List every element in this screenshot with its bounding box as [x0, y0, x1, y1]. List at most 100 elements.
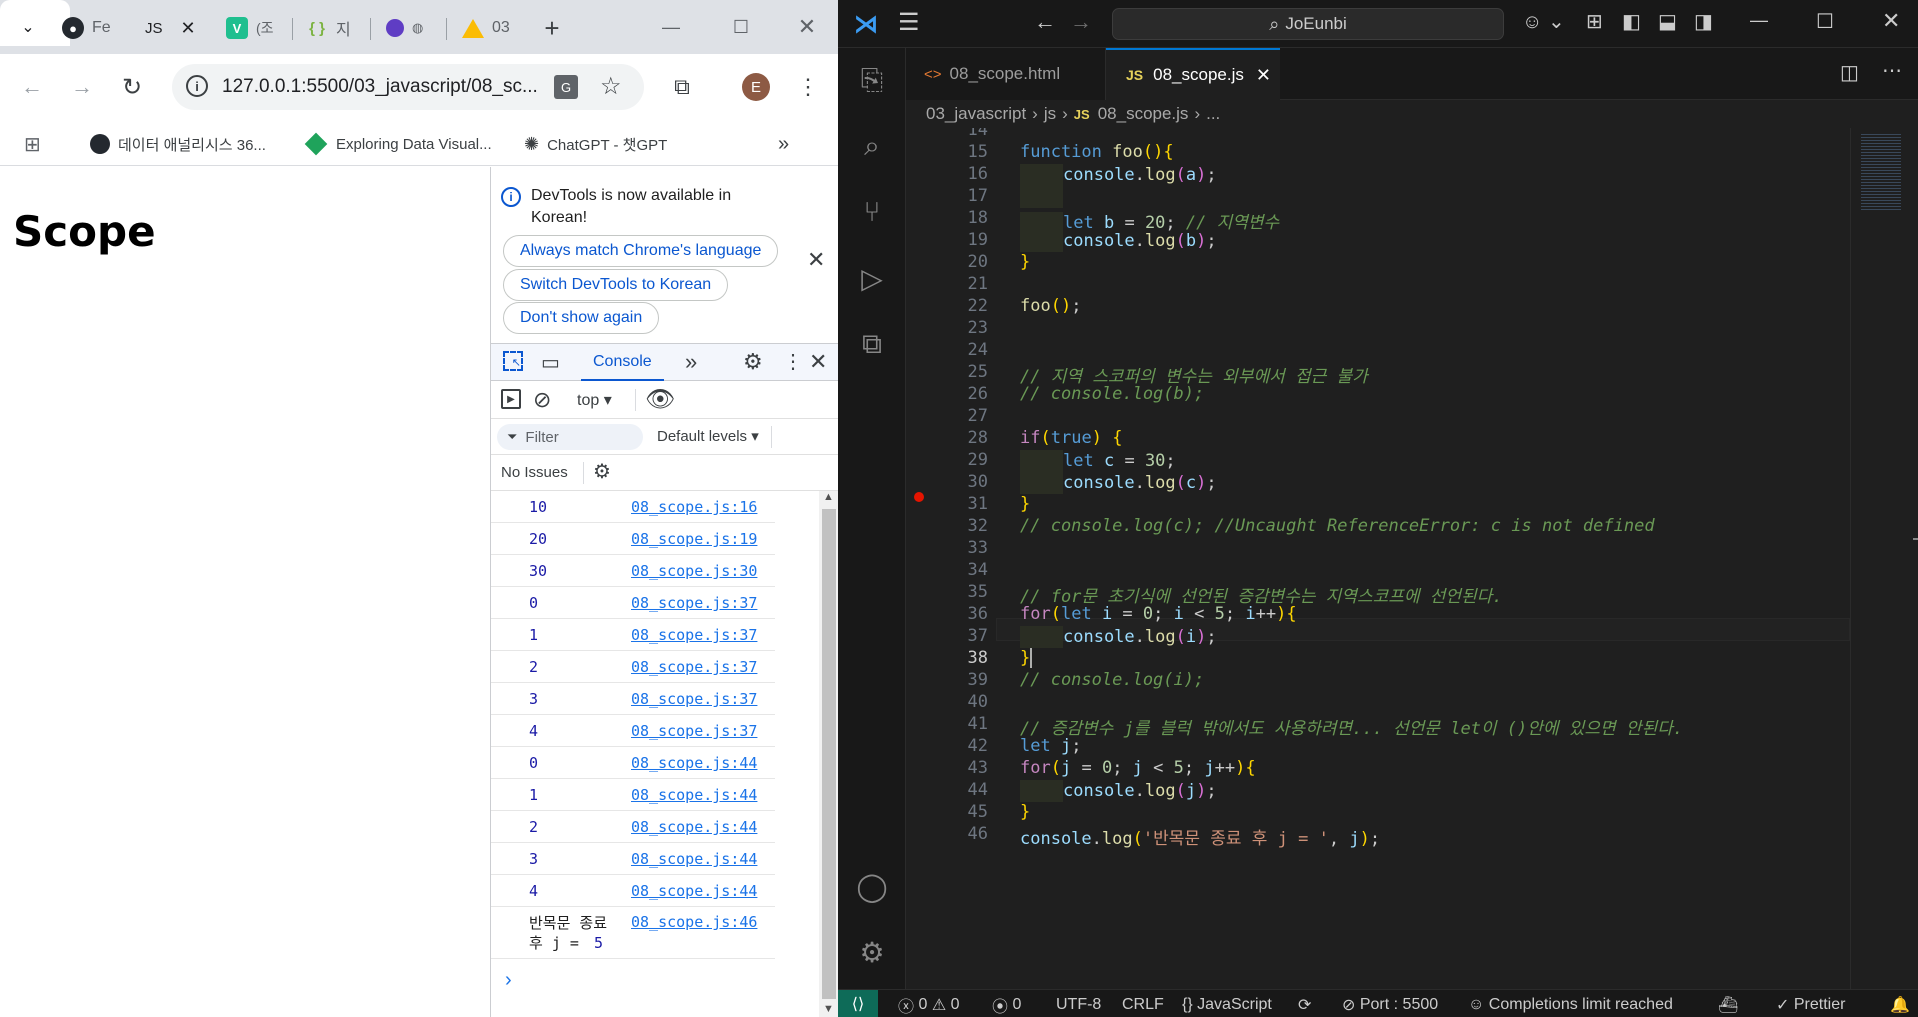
minimize-button[interactable]: —	[1750, 10, 1768, 31]
log-source-link[interactable]: 08_scope.js:44	[631, 850, 757, 868]
log-levels-select[interactable]: Default levels ▾	[657, 427, 759, 445]
run-debug-icon[interactable]: ▷	[850, 256, 894, 300]
encoding-indicator[interactable]: UTF-8	[1056, 994, 1101, 1016]
close-icon[interactable]: ✕	[181, 18, 196, 39]
reload-button[interactable]: ↻	[116, 71, 148, 103]
avatar[interactable]: E	[742, 73, 770, 101]
close-devtools-icon[interactable]: ✕	[809, 349, 827, 375]
explorer-icon[interactable]: ⎘	[850, 58, 894, 102]
toggle-panel-icon[interactable]: ⬓	[1658, 9, 1677, 34]
inspect-icon[interactable]: ↖	[503, 351, 523, 371]
toggle-secondary-sidebar-icon[interactable]: ◨	[1694, 9, 1713, 34]
scroll-thumb[interactable]	[822, 509, 836, 999]
code-editor[interactable]: 14 15 function foo(){ 16 console.log(a);…	[906, 128, 1850, 989]
bookmark-item[interactable]: 데이터 애널리시스 36...	[90, 130, 266, 158]
log-source-link[interactable]: 08_scope.js:30	[631, 562, 757, 580]
forward-button[interactable]: →	[66, 71, 98, 103]
eol-indicator[interactable]: CRLF	[1122, 994, 1164, 1016]
sidebar-toggle-icon[interactable]: ▶	[501, 389, 521, 409]
copilot-icon[interactable]: ☺ ⌄	[1522, 9, 1565, 34]
manage-gear-icon[interactable]: ⚙	[850, 930, 894, 974]
more-bookmarks-icon[interactable]: »	[778, 130, 789, 158]
tab-scope-js[interactable]: JS ✕	[145, 8, 201, 48]
console-prompt-icon[interactable]: ›	[505, 969, 512, 992]
dont-show-button[interactable]: Don't show again	[503, 302, 660, 334]
copilot-status[interactable]: ☺ Completions limit reached	[1468, 994, 1673, 1016]
log-source-link[interactable]: 08_scope.js:37	[631, 722, 757, 740]
minimize-button[interactable]: —	[656, 12, 686, 42]
more-menu-icon[interactable]: ⋮	[792, 71, 824, 103]
bookmark-item[interactable]: ✺ ChatGPT - 챗GPT	[524, 130, 667, 158]
log-source-link[interactable]: 08_scope.js:16	[631, 498, 757, 516]
console-scrollbar[interactable]: ▲ ▼	[819, 491, 838, 1017]
maximize-button[interactable]: ☐	[1816, 9, 1834, 34]
menu-icon[interactable]: ☰	[898, 8, 920, 37]
more-actions-icon[interactable]: ⋯	[1882, 58, 1902, 83]
close-window-button[interactable]: ✕	[792, 12, 822, 42]
log-source-link[interactable]: 08_scope.js:44	[631, 786, 757, 804]
filter-input[interactable]: ⏷ Filter	[497, 424, 643, 450]
split-editor-icon[interactable]: ◫	[1840, 60, 1859, 85]
address-bar[interactable]: i 127.0.0.1:5500/03_javascript/08_sc... …	[172, 64, 644, 110]
breadcrumb-item[interactable]: 08_scope.js	[1098, 104, 1189, 124]
breadcrumb-item[interactable]: ...	[1206, 104, 1220, 124]
translate-icon[interactable]: G	[554, 75, 578, 99]
source-control-icon[interactable]: ⑂	[850, 190, 894, 234]
live-expression-eye-icon[interactable]: 👁	[645, 385, 675, 414]
tab-search-button[interactable]: ⌄	[12, 11, 44, 43]
log-source-link[interactable]: 08_scope.js:44	[631, 754, 757, 772]
back-button[interactable]: ←	[16, 71, 48, 103]
log-source-link[interactable]: 08_scope.js:19	[631, 530, 757, 548]
toggle-sidebar-icon[interactable]: ◧	[1622, 9, 1641, 34]
sync-icon[interactable]: ⟳	[1298, 994, 1311, 1016]
site-info-icon[interactable]: i	[186, 75, 208, 97]
star-icon[interactable]: ☆	[600, 72, 622, 101]
ports-indicator[interactable]: ⦿ 0	[992, 994, 1021, 1016]
remote-indicator[interactable]: ⟨⟩	[838, 990, 878, 1017]
scroll-down-icon[interactable]: ▼	[823, 1003, 834, 1015]
tabnine-icon[interactable]: ⛴	[1718, 994, 1738, 1016]
scroll-up-icon[interactable]: ▲	[823, 491, 834, 503]
clear-console-icon[interactable]: ⊘	[533, 387, 551, 413]
extensions-icon[interactable]: ⧉	[666, 71, 698, 103]
nav-back-icon[interactable]: ←	[1034, 9, 1056, 35]
close-icon[interactable]: ✕	[1256, 65, 1271, 86]
command-center-search[interactable]: ⌕ JoEunbi	[1112, 8, 1504, 40]
account-icon[interactable]: ◯	[850, 864, 894, 908]
maximize-button[interactable]: ☐	[726, 12, 756, 42]
tab-js-file[interactable]: JS 08_scope.js ✕	[1106, 48, 1280, 100]
minimap[interactable]	[1850, 128, 1918, 989]
customize-layout-icon[interactable]: ⊞	[1586, 9, 1603, 34]
tab-globe[interactable]: ◍	[386, 8, 438, 48]
live-server-indicator[interactable]: ⊘ Port : 5500	[1342, 994, 1438, 1016]
tab-html-file[interactable]: <> 08_scope.html	[906, 48, 1106, 100]
log-source-link[interactable]: 08_scope.js:44	[631, 882, 757, 900]
language-indicator[interactable]: {} JavaScript	[1182, 994, 1272, 1016]
log-source-link[interactable]: 08_scope.js:37	[631, 626, 757, 644]
prettier-indicator[interactable]: ✓ Prettier	[1776, 994, 1845, 1016]
more-tabs-icon[interactable]: »	[685, 349, 697, 375]
issues-settings-icon[interactable]: ⚙	[593, 459, 611, 484]
problems-indicator[interactable]: ⓧ 0 ⚠ 0	[898, 994, 960, 1016]
close-window-button[interactable]: ✕	[1882, 8, 1900, 34]
tab-velog[interactable]: V (조	[226, 8, 286, 48]
switch-korean-button[interactable]: Switch DevTools to Korean	[503, 269, 729, 301]
tab-drive[interactable]: 03	[462, 8, 516, 48]
breadcrumb-item[interactable]: 03_javascript	[926, 104, 1026, 124]
new-tab-button[interactable]: +	[536, 12, 568, 44]
bookmark-item[interactable]: Exploring Data Visual...	[304, 130, 492, 158]
kebab-menu-icon[interactable]: ⋮	[783, 349, 803, 374]
issues-label[interactable]: No Issues	[501, 464, 568, 481]
log-source-link[interactable]: 08_scope.js:44	[631, 818, 757, 836]
extensions-icon[interactable]: ⧉	[850, 322, 894, 366]
close-banner-icon[interactable]: ✕	[807, 247, 825, 273]
minimap-slider[interactable]	[1913, 538, 1918, 540]
nav-forward-icon[interactable]: →	[1070, 9, 1092, 35]
match-language-button[interactable]: Always match Chrome's language	[503, 235, 779, 267]
device-toolbar-icon[interactable]: ▭	[541, 350, 560, 375]
apps-icon[interactable]: ⊞	[24, 130, 41, 158]
log-source-link[interactable]: 08_scope.js:37	[631, 690, 757, 708]
log-source-link[interactable]: 08_scope.js:46	[631, 913, 757, 931]
log-source-link[interactable]: 08_scope.js:37	[631, 658, 757, 676]
notifications-icon[interactable]: 🔔	[1890, 994, 1910, 1016]
